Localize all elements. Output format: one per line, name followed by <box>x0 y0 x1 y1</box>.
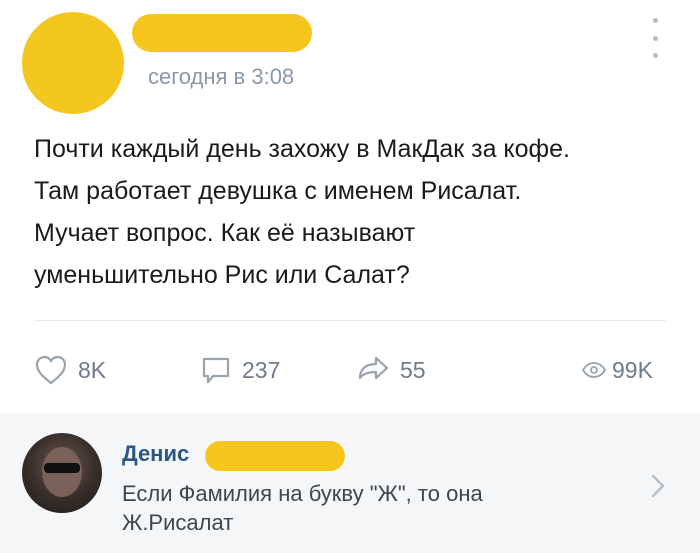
share-button[interactable]: 55 <box>356 350 426 390</box>
commenter-name[interactable]: Денис <box>122 441 189 467</box>
post-text: Почти каждый день захожу в МакДак за коф… <box>34 135 570 289</box>
commenter-surname-redacted <box>205 441 345 471</box>
chevron-right-icon[interactable] <box>650 473 666 499</box>
share-count: 55 <box>400 356 426 383</box>
comment-text: Если Фамилия на букву "Ж", то она Ж.Риса… <box>122 481 483 535</box>
divider <box>34 320 666 321</box>
post-actions: 8K 237 55 99K <box>0 350 700 390</box>
views-count: 99K <box>612 356 653 383</box>
more-options-icon[interactable] <box>645 18 665 58</box>
post-card: сегодня в 3:08 Почти каждый день захожу … <box>0 0 700 413</box>
share-icon <box>358 356 389 380</box>
post-timestamp[interactable]: сегодня в 3:08 <box>148 64 294 90</box>
author-avatar[interactable] <box>22 12 124 114</box>
comment-button[interactable]: 237 <box>200 350 280 390</box>
views-indicator: 99K <box>582 350 653 390</box>
comment-count: 237 <box>242 356 281 383</box>
author-name-redacted[interactable] <box>132 14 312 52</box>
like-count: 8K <box>78 356 107 383</box>
commenter-avatar[interactable] <box>22 433 102 513</box>
heart-icon <box>35 355 67 385</box>
comment-icon <box>202 357 230 384</box>
eye-icon <box>582 362 606 378</box>
like-button[interactable]: 8K <box>34 350 106 390</box>
comment-item[interactable]: Денис Если Фамилия на букву "Ж", то она … <box>0 413 700 553</box>
